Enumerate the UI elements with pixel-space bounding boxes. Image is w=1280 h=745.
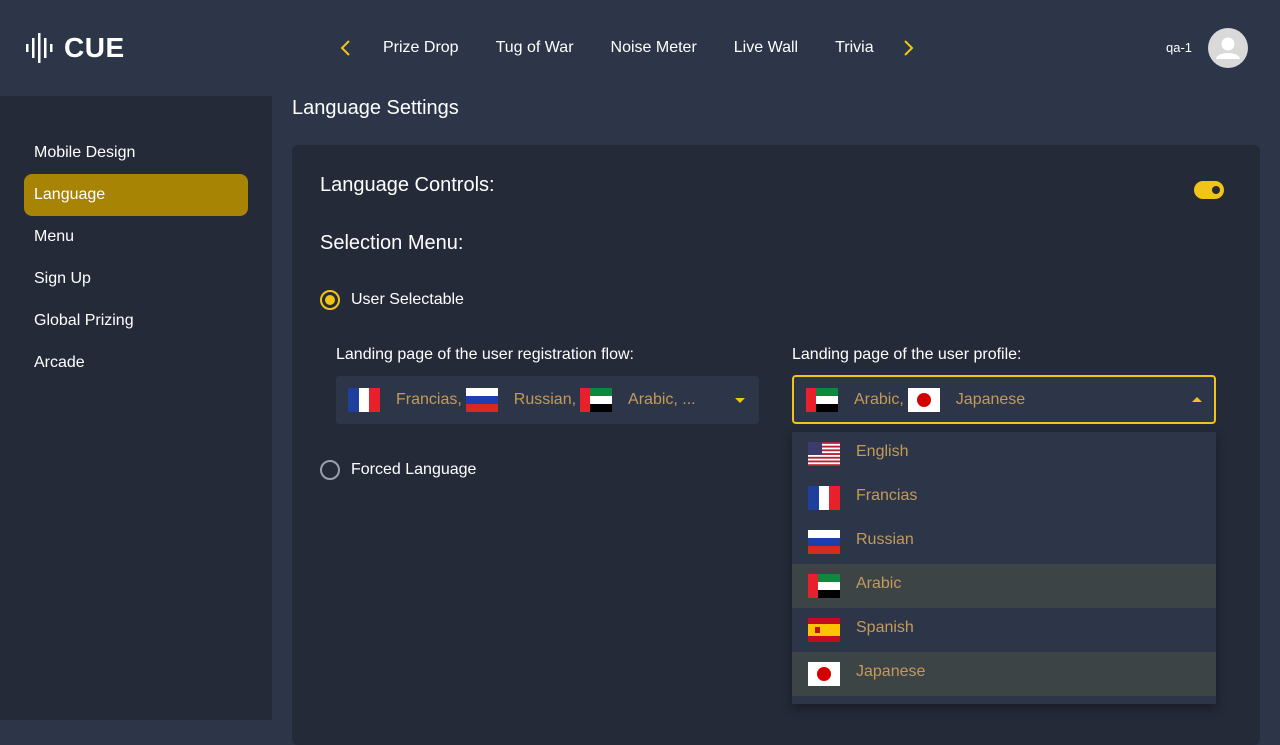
sidebar-item-sign-up[interactable]: Sign Up: [24, 258, 248, 300]
selected-value: Francias,: [396, 391, 462, 408]
forced-language-label[interactable]: Forced Language: [351, 461, 476, 479]
sidebar-item-arcade[interactable]: Arcade: [24, 342, 248, 384]
option-label: Japanese: [856, 663, 926, 680]
dropdown-option-francias[interactable]: Francias: [792, 476, 1216, 520]
usa-flag-icon: [808, 442, 840, 466]
sidebar-item-global-prizing[interactable]: Global Prizing: [24, 300, 248, 342]
uae-flag-icon: [806, 388, 838, 412]
language-controls-toggle[interactable]: [1194, 181, 1224, 199]
japan-flag-icon: [907, 388, 940, 412]
sidebar: Mobile Design Language Menu Sign Up Glob…: [0, 96, 272, 720]
tab-noise-meter[interactable]: Noise Meter: [611, 36, 697, 60]
caret-down-icon: [735, 398, 745, 403]
dropdown-option-english[interactable]: English: [792, 432, 1216, 476]
profile-selected-values: Arabic, Japanese: [806, 377, 1029, 422]
selected-value: Russian,: [513, 391, 577, 408]
selected-value: Arabic, ...: [628, 391, 696, 408]
tab-prize-drop[interactable]: Prize Drop: [383, 36, 459, 60]
profile-language-select[interactable]: Arabic, Japanese: [792, 375, 1216, 424]
registration-landing-label: Landing page of the user registration fl…: [336, 346, 634, 363]
option-label: Arabic: [856, 575, 902, 592]
france-flag-icon: [808, 486, 840, 510]
language-controls-title: Language Controls:: [320, 174, 495, 196]
tab-live-wall[interactable]: Live Wall: [734, 36, 798, 60]
forced-language-radio[interactable]: [320, 460, 340, 480]
uae-flag-icon: [808, 574, 840, 598]
selection-menu-title: Selection Menu:: [320, 232, 464, 254]
uae-flag-icon: [580, 388, 613, 412]
language-dropdown-menu: English Francias Russian Arabic Spanish …: [792, 432, 1216, 704]
selected-value: Arabic,: [854, 391, 904, 408]
russia-flag-icon: [465, 388, 498, 412]
option-label: Francias: [856, 487, 918, 504]
logo-text: CUE: [64, 32, 125, 63]
option-label: English: [856, 443, 909, 460]
toggle-knob: [1212, 186, 1220, 194]
user-icon: [1216, 37, 1240, 59]
sidebar-item-mobile-design[interactable]: Mobile Design: [24, 132, 248, 174]
dropdown-option-spanish[interactable]: Spanish: [792, 608, 1216, 652]
top-bar: CUE Prize Drop Tug of War Noise Meter Live …: [0, 0, 1280, 96]
avatar[interactable]: [1208, 28, 1248, 68]
dropdown-option-russian[interactable]: Russian: [792, 520, 1216, 564]
tab-trivia[interactable]: Trivia: [835, 36, 874, 60]
selected-value: Japanese: [955, 391, 1026, 408]
chevron-right-icon: [904, 40, 914, 56]
sidebar-item-menu[interactable]: Menu: [24, 216, 248, 258]
user-name[interactable]: qa-1: [1166, 40, 1192, 55]
user-selectable-radio[interactable]: [320, 290, 340, 310]
page-title: Language Settings: [292, 97, 459, 119]
option-label: Russian: [856, 531, 914, 548]
option-label: Spanish: [856, 619, 914, 636]
sound-wave-icon: [26, 33, 53, 63]
nav-prev-button[interactable]: [334, 36, 358, 60]
sidebar-item-language[interactable]: Language: [24, 174, 248, 216]
registration-language-select[interactable]: Francias, Russian, Arabic, ...: [336, 376, 759, 424]
japan-flag-icon: [808, 662, 840, 686]
user-selectable-label[interactable]: User Selectable: [351, 291, 464, 309]
nav-next-button[interactable]: [896, 36, 920, 60]
spain-flag-icon: [808, 618, 840, 642]
chevron-left-icon: [340, 40, 350, 56]
profile-landing-label: Landing page of the user profile:: [792, 346, 1022, 363]
dropdown-option-arabic[interactable]: Arabic: [792, 564, 1216, 608]
caret-up-icon: [1192, 397, 1202, 402]
cue-logo[interactable]: CUE: [24, 30, 125, 66]
dropdown-option-japanese[interactable]: Japanese: [792, 652, 1216, 696]
france-flag-icon: [348, 388, 380, 412]
feature-tabs: Prize Drop Tug of War Noise Meter Live Wall…: [383, 36, 883, 62]
tab-tug-of-war[interactable]: Tug of War: [496, 36, 574, 60]
registration-selected-values: Francias, Russian, Arabic, ...: [348, 376, 700, 424]
russia-flag-icon: [808, 530, 840, 554]
